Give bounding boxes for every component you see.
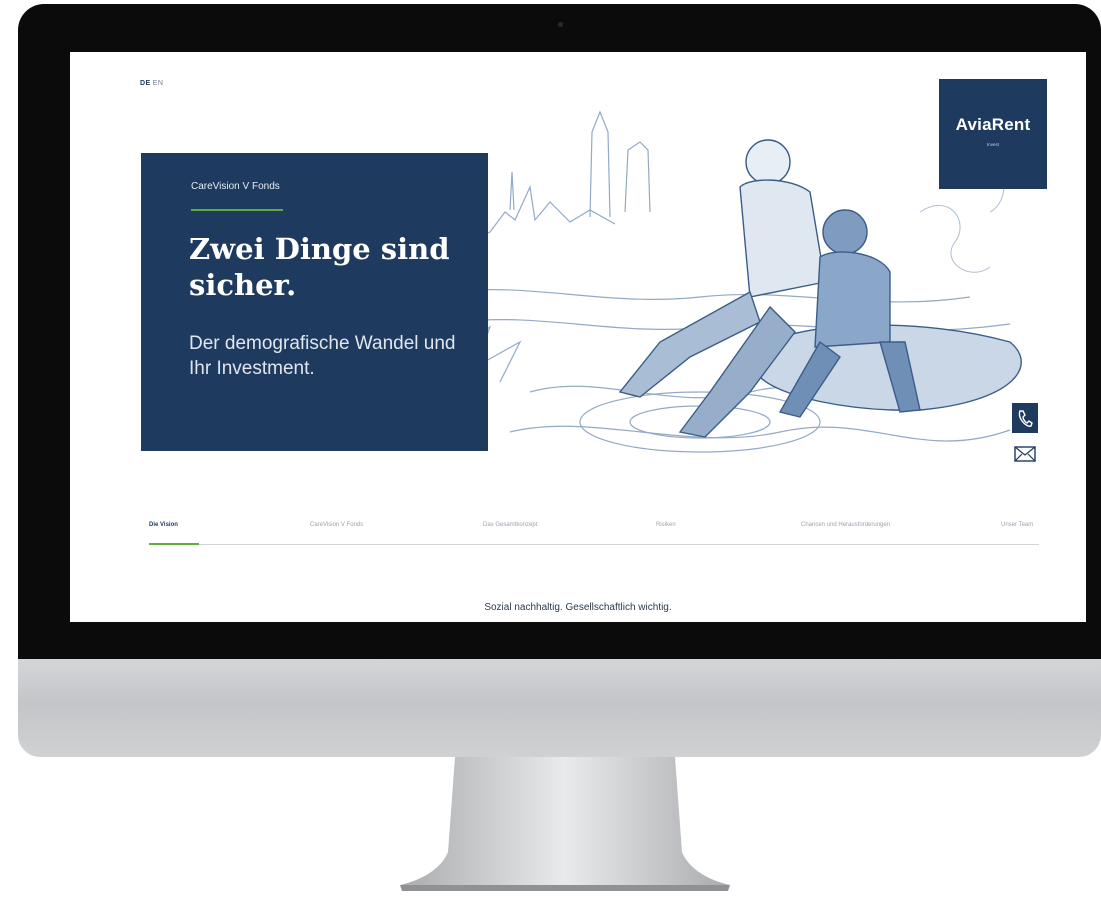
monitor-stand [400,757,730,891]
monitor-bezel: DE EN CareVision V Fonds Zwei Dinge sind… [18,4,1101,659]
language-en[interactable]: EN [153,80,164,87]
language-de[interactable]: DE [140,80,151,87]
hero-eyebrow: CareVision V Fonds [191,181,280,192]
nav-item-carevision[interactable]: CareVision V Fonds [310,522,363,528]
language-switch[interactable]: DE EN [140,80,163,87]
website-screen: DE EN CareVision V Fonds Zwei Dinge sind… [70,52,1086,622]
nav-item-risiken[interactable]: Risiken [656,522,676,528]
nav-item-unser-team[interactable]: Unser Team [1001,522,1033,528]
hero-subline: Der demografische Wandel und Ihr Investm… [189,333,456,379]
webcam [558,22,563,27]
phone-icon[interactable] [1012,403,1038,433]
aviarent-logo[interactable]: AviaRent Invest [939,79,1047,189]
nav-active-indicator [149,543,199,545]
hero-headline: Zwei Dinge sind sicher. [189,232,450,302]
nav-item-gesamtkonzept[interactable]: Das Gesamtkonzept [483,522,537,528]
logo-wordmark: AviaRent [955,115,1031,134]
nav-item-chancen[interactable]: Chancen und Herausforderungen [801,522,890,528]
eyebrow-underline [191,209,283,211]
hero-panel: CareVision V Fonds Zwei Dinge sind siche… [141,153,488,451]
nav-divider [149,544,1039,545]
monitor-chin [18,659,1101,757]
mail-icon[interactable] [1013,445,1037,463]
logo-subtitle: Invest [986,142,999,147]
section-tagline: Sozial nachhaltig. Gesellschaftlich wich… [484,602,672,613]
nav-item-die-vision[interactable]: Die Vision [149,522,178,528]
